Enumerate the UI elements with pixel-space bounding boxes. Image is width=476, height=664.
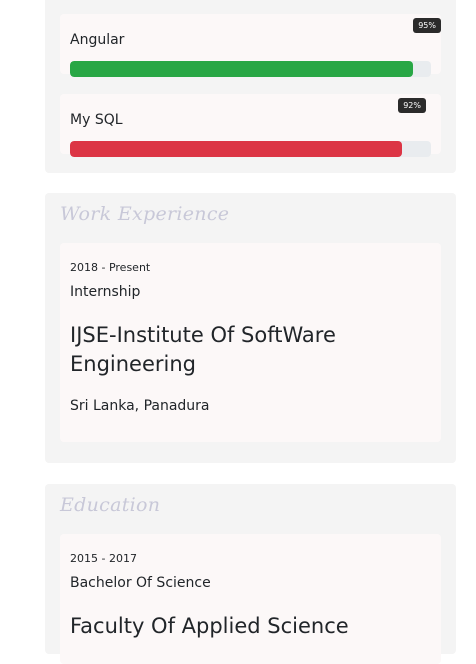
- skill-card-angular: Angular 95%: [60, 14, 441, 77]
- skill-percent-badge: 95%: [413, 18, 441, 33]
- education-entry-card: 2015 - 2017 Bachelor Of Science Faculty …: [60, 534, 441, 664]
- skill-name: My SQL: [70, 112, 123, 128]
- skill-name: Angular: [70, 32, 125, 48]
- education-period: 2015 - 2017: [70, 552, 137, 565]
- work-experience-panel: Work Experience 2018 - Present Internshi…: [45, 193, 456, 463]
- skill-percent-badge: 92%: [398, 98, 426, 113]
- education-title: Education: [60, 494, 161, 516]
- work-period: 2018 - Present: [70, 261, 151, 274]
- skill-progress-fill: [70, 141, 403, 157]
- education-organization: Faculty Of Applied Science: [70, 614, 349, 638]
- skill-progress-bar: [70, 141, 431, 157]
- skill-card-mysql: My SQL 92%: [60, 94, 441, 157]
- work-entry-card: 2018 - Present Internship IJSE-Institute…: [60, 243, 441, 442]
- work-experience-title: Work Experience: [60, 203, 230, 225]
- education-degree: Bachelor Of Science: [70, 575, 211, 591]
- work-organization: IJSE-Institute Of SoftWare Engineering: [70, 323, 336, 376]
- skills-panel: Angular 95% My SQL 92%: [45, 0, 456, 173]
- education-panel: Education 2015 - 2017 Bachelor Of Scienc…: [45, 484, 456, 664]
- work-role: Internship: [70, 284, 141, 300]
- skill-progress-fill: [70, 61, 413, 77]
- skill-progress-bar: [70, 61, 431, 77]
- work-location: Sri Lanka, Panadura: [70, 398, 210, 414]
